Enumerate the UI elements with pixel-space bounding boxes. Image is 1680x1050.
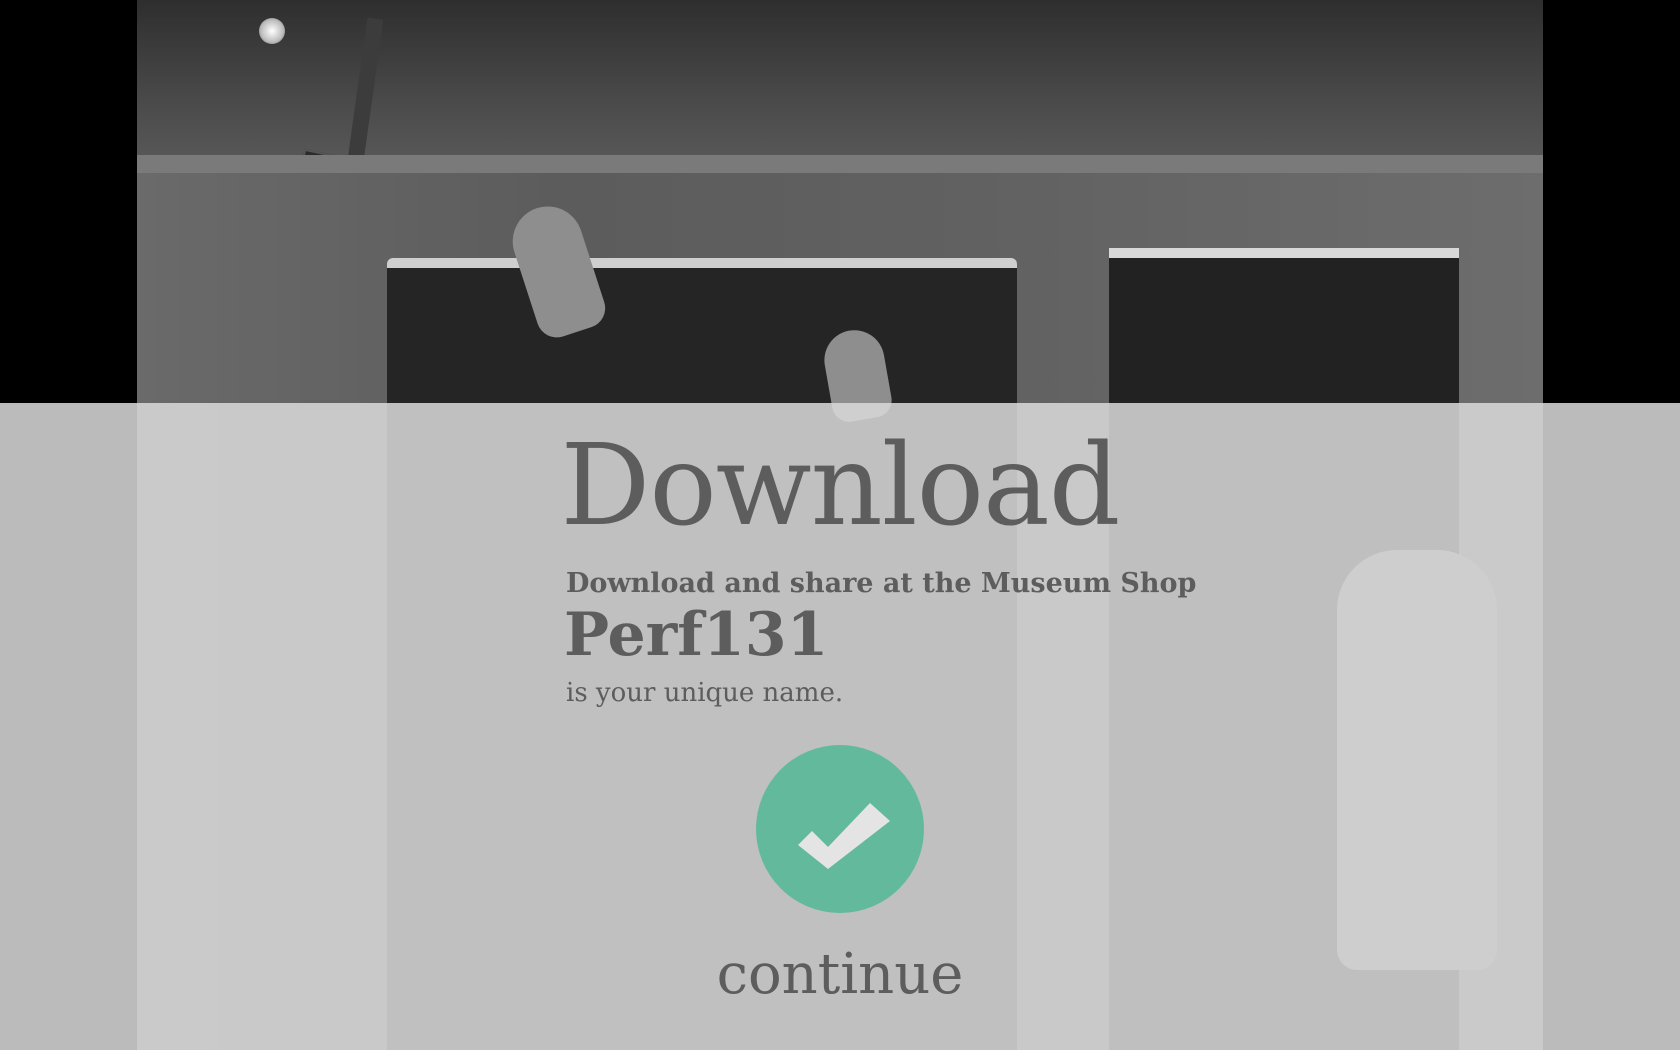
page-title: Download xyxy=(560,421,1121,551)
unique-name-caption: is your unique name. xyxy=(566,678,844,708)
ceiling xyxy=(137,0,1543,170)
kiosk-screen: Download Download and share at the Museu… xyxy=(0,0,1680,1050)
unique-name-value: Perf131 xyxy=(564,600,829,670)
ceiling-light xyxy=(259,18,285,44)
checkmark-icon xyxy=(756,745,924,913)
continue-label[interactable]: continue xyxy=(0,944,1680,1006)
download-instructions: Download and share at the Museum Shop xyxy=(566,568,1197,599)
continue-button[interactable] xyxy=(756,745,924,913)
ceiling-beam xyxy=(137,155,1543,173)
